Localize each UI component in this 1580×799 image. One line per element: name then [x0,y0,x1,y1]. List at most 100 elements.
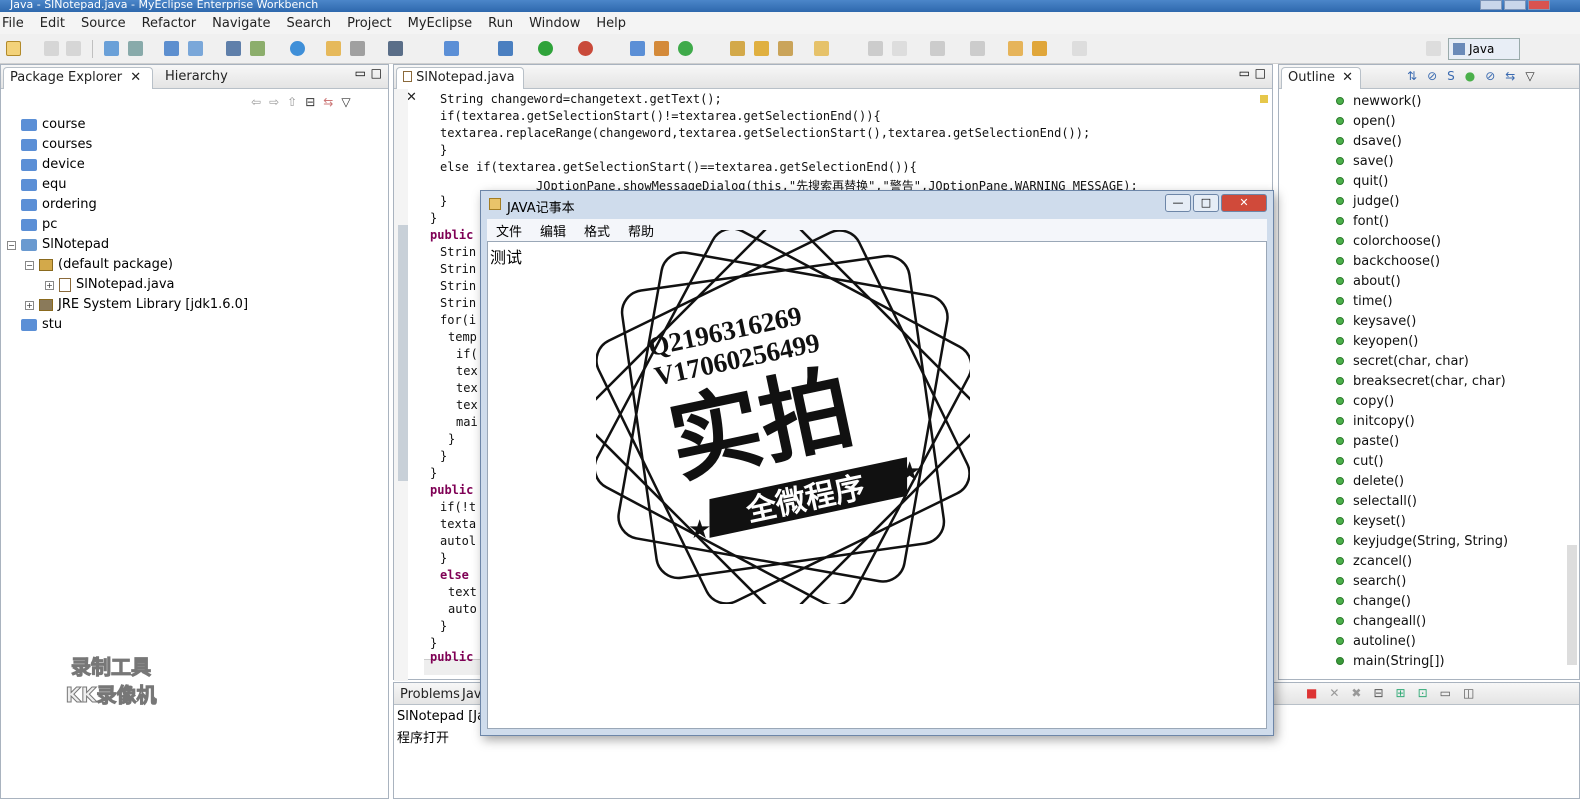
code-line[interactable]: if(!t [440,500,476,514]
hide-nonpublic-icon[interactable]: ● [1465,69,1475,83]
code-line[interactable]: temp [448,330,477,344]
notepad-minimize-button[interactable]: — [1165,194,1191,212]
new-console-icon[interactable]: ◫ [1463,686,1474,700]
minimize-icon[interactable]: ▭ [355,66,366,80]
code-line[interactable]: } [440,619,447,633]
expand-icon[interactable]: + [45,280,54,290]
wand-icon[interactable] [754,41,769,56]
code-line[interactable]: if(textarea.getSelectionStart()!=textare… [440,109,881,123]
hide-fields-icon[interactable]: ⊘ [1427,69,1437,83]
tab-package-explorer[interactable]: Package Explorer ✕ [3,67,153,89]
outline-item[interactable]: colorchoose() [1336,231,1441,251]
folder-open-icon[interactable] [814,41,829,56]
outline-item[interactable]: save() [1336,151,1394,171]
java-perspective-button[interactable]: Java [1448,38,1520,60]
code-line[interactable]: } [440,143,447,157]
outline-item[interactable]: copy() [1336,391,1394,411]
menu-navigate[interactable]: Navigate [204,16,278,31]
outline-item[interactable]: time() [1336,291,1393,311]
open-console-icon[interactable]: ⊡ [1418,686,1428,700]
outline-item[interactable]: keysave() [1336,311,1416,331]
display-console-icon[interactable]: ▭ [1440,686,1451,700]
outline-scrollbar[interactable] [1567,545,1577,665]
code-line[interactable]: } [448,432,455,446]
code-line[interactable]: public [430,228,473,242]
code-line[interactable]: public [430,650,473,664]
tab-hierarchy[interactable]: Hierarchy [159,67,234,89]
terminate-icon[interactable]: ■ [1306,686,1317,700]
code-line[interactable]: else if(textarea.getSelectionStart()==te… [440,160,917,174]
outline-item[interactable]: dsave() [1336,131,1402,151]
close-icon[interactable]: ✕ [130,70,141,85]
maximize-icon[interactable]: □ [371,66,382,80]
collapse-icon[interactable]: − [25,260,34,270]
code-line[interactable]: textarea.replaceRange(changeword,textare… [440,126,1090,140]
outline-item[interactable]: about() [1336,271,1401,291]
code-line[interactable]: Strin [440,262,476,276]
next-annotation-icon[interactable] [930,41,945,56]
browser-icon[interactable] [188,41,203,56]
code-line[interactable]: } [440,194,447,208]
link-icon[interactable]: ⇆ [1505,69,1515,83]
code-line[interactable]: else [440,568,469,582]
pin-console-icon[interactable]: ⊞ [1396,686,1406,700]
open-resource-icon[interactable] [350,41,365,56]
tree-item-slnotepad-java[interactable]: + SlNotepad.java [45,275,174,295]
outline-item[interactable]: initcopy() [1336,411,1415,431]
outline-item[interactable]: backchoose() [1336,251,1440,271]
code-line[interactable]: String changeword=changetext.getText(); [440,92,722,106]
last-edit-icon[interactable] [1008,41,1023,56]
hide-local-types-icon[interactable]: ⊘ [1485,69,1495,83]
new-icon[interactable] [6,41,21,56]
outline-item[interactable]: changeall() [1336,611,1426,631]
code-line[interactable]: Strin [440,245,476,259]
minimize-button[interactable] [1480,0,1502,10]
search-files-icon[interactable] [778,41,793,56]
notepad-maximize-button[interactable]: □ [1193,194,1219,212]
tree-item-equ[interactable]: equ [21,175,67,195]
outline-item[interactable]: font() [1336,211,1389,231]
debug-run-icon[interactable] [498,41,513,56]
new-interface-icon[interactable] [678,41,693,56]
code-line[interactable]: mai [456,415,478,429]
outline-item[interactable]: change() [1336,591,1411,611]
back-arrow-icon[interactable] [1032,41,1047,56]
minimize-icon[interactable]: ▭ [1239,66,1250,80]
prev-annotation-icon[interactable] [970,41,985,56]
code-line[interactable]: Strin [440,296,476,310]
tree-item-slnotepad[interactable]: − SlNotepad [7,235,109,255]
outline-item[interactable]: quit() [1336,171,1388,191]
outline-item[interactable]: delete() [1336,471,1404,491]
open-type-icon[interactable] [326,41,341,56]
close-icon[interactable]: ✕ [1342,70,1353,85]
code-line[interactable]: auto [448,602,477,616]
menu-file[interactable]: File [0,16,32,31]
notepad-close-button[interactable]: ✕ [1221,194,1267,212]
close-button[interactable] [1528,0,1550,10]
menu-refactor[interactable]: Refactor [134,16,205,31]
tree-item-stu[interactable]: stu [21,315,62,335]
maximize-icon[interactable]: □ [1255,66,1266,80]
hide-static-icon[interactable]: S [1447,69,1455,83]
outline-item[interactable]: selectall() [1336,491,1417,511]
remove-launch-icon[interactable]: ✕ [1329,686,1339,700]
save-all-icon[interactable] [66,41,81,56]
code-line[interactable]: autol [440,534,476,548]
outline-item[interactable]: search() [1336,571,1406,591]
outline-item[interactable]: keyjudge(String, String) [1336,531,1508,551]
tree-item-courses[interactable]: courses [21,135,92,155]
outline-item[interactable]: main(String[]) [1336,651,1445,671]
outline-item[interactable]: paste() [1336,431,1399,451]
outline-item[interactable]: secret(char, char) [1336,351,1469,371]
back-icon[interactable]: ⇦ [251,95,261,109]
outline-item[interactable]: keyopen() [1336,331,1418,351]
tree-item-device[interactable]: device [21,155,85,175]
forward-icon[interactable]: ⇨ [269,95,279,109]
menu-edit[interactable]: Edit [32,16,73,31]
toggle-icon[interactable] [892,41,907,56]
outline-item[interactable]: breaksecret(char, char) [1336,371,1506,391]
console-output[interactable]: 程序打开 [397,727,449,746]
external-tools-icon[interactable] [578,41,593,56]
code-line[interactable]: tex [456,398,478,412]
view-menu-icon[interactable]: ▽ [341,95,350,109]
